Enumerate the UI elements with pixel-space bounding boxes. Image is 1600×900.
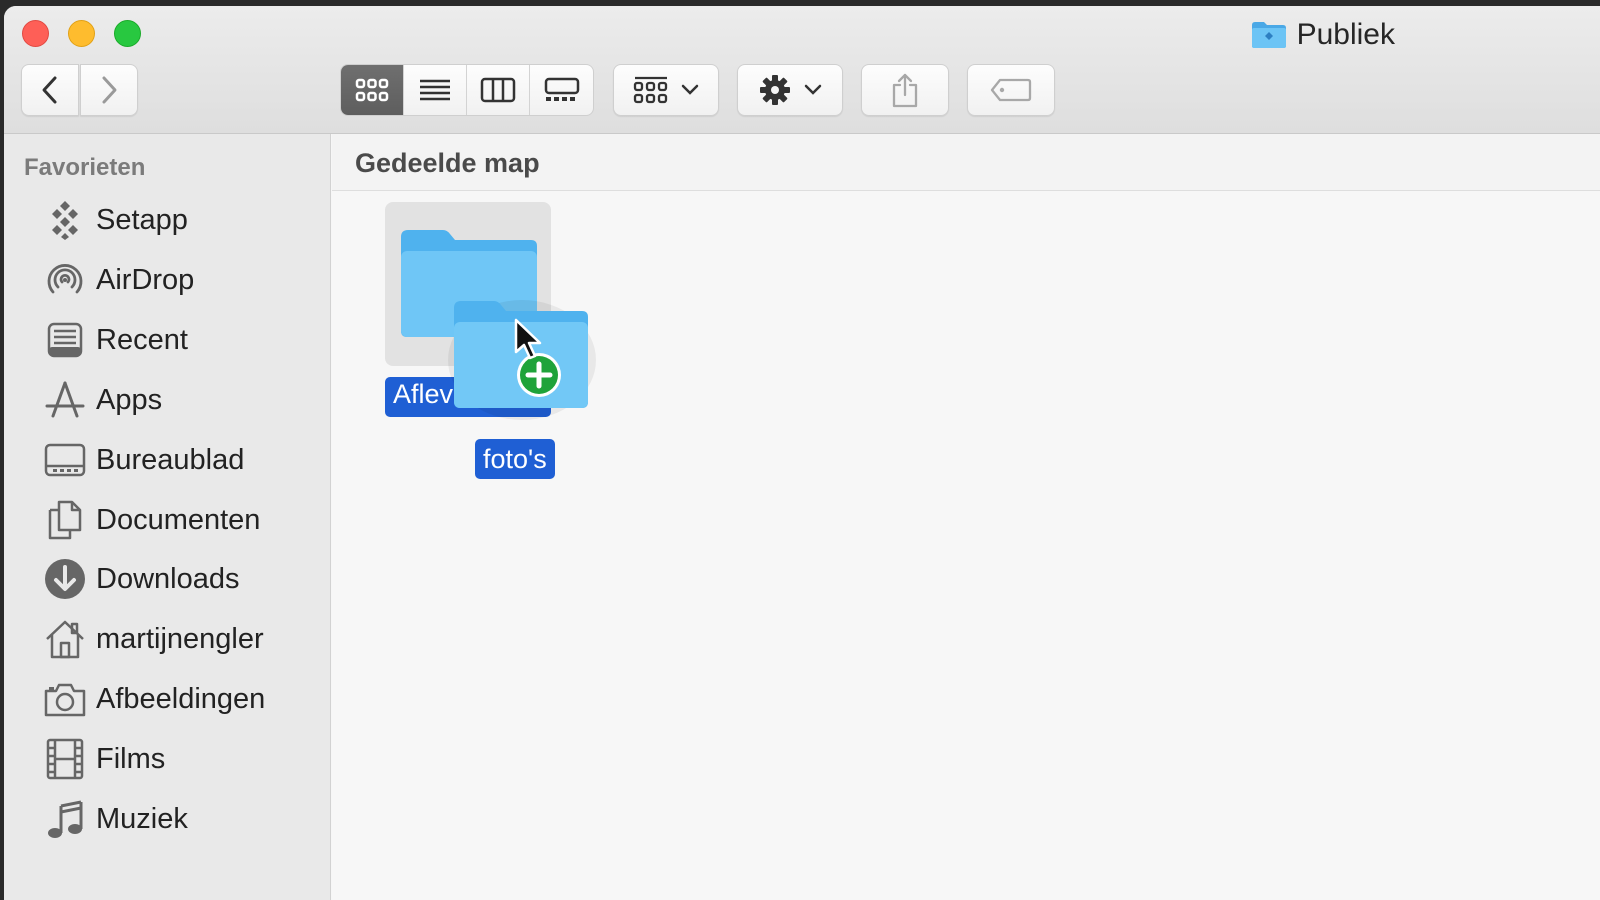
sidebar-item-bureaublad[interactable]: Bureaublad: [44, 435, 244, 485]
tags-button[interactable]: [967, 64, 1055, 116]
sidebar-item-label: martijnengler: [96, 622, 264, 655]
tag-icon: [990, 78, 1032, 102]
maximize-window-button[interactable]: [114, 20, 141, 47]
sidebar-item-label: Documenten: [96, 503, 261, 536]
recent-icon: [44, 319, 86, 361]
chevron-down-icon: [681, 84, 699, 95]
sidebar-item-martijnengler[interactable]: martijnengler: [44, 614, 264, 664]
sidebar-item-airdrop[interactable]: AirDrop: [44, 255, 194, 305]
airdrop-icon: [44, 259, 86, 301]
group-by-button[interactable]: [613, 64, 719, 116]
gallery-icon: [544, 77, 579, 101]
finder-window: Publiek Favorieten Setapp AirDrop Recent…: [4, 6, 1600, 900]
sidebar-item-label: Recent: [96, 323, 188, 356]
sidebar-heading: Favorieten: [24, 154, 146, 181]
action-menu-button[interactable]: [737, 64, 843, 116]
columns-icon: [480, 77, 516, 103]
camera-icon: [44, 678, 86, 720]
sidebar: Favorieten Setapp AirDrop Recent Apps Bu…: [4, 134, 331, 900]
file-label-fotos: foto's: [475, 439, 555, 479]
arrow-cursor-icon: [514, 318, 542, 360]
sidebar-item-afbeeldingen[interactable]: Afbeeldingen: [44, 674, 265, 724]
documents-icon: [44, 499, 86, 541]
sidebar-item-films[interactable]: Films: [44, 734, 165, 784]
film-icon: [44, 738, 86, 780]
apps-icon: [44, 379, 86, 421]
share-icon: [892, 73, 918, 108]
icon-grid-icon: [355, 78, 389, 102]
setapp-icon: [44, 199, 86, 241]
mouse-cursor: [512, 318, 546, 362]
close-window-button[interactable]: [22, 20, 49, 47]
sidebar-item-label: Downloads: [96, 562, 240, 595]
gear-icon: [760, 75, 790, 105]
sidebar-item-label: Setapp: [96, 203, 188, 236]
sidebar-item-label: Muziek: [96, 802, 188, 835]
sidebar-item-muziek[interactable]: Muziek: [44, 794, 188, 844]
sidebar-item-label: Afbeeldingen: [96, 682, 266, 715]
list-icon: [420, 79, 450, 101]
folder-title: Gedeelde map: [355, 148, 540, 178]
minimize-window-button[interactable]: [68, 20, 95, 47]
toolbar: Publiek: [4, 6, 1600, 134]
downloads-icon: [44, 558, 86, 600]
path-header: Gedeelde map: [332, 134, 1600, 191]
desktop-icon: [44, 439, 86, 481]
sidebar-item-setapp[interactable]: Setapp: [44, 195, 188, 245]
back-button[interactable]: [21, 64, 79, 116]
sidebar-item-label: Bureaublad: [96, 443, 245, 476]
chevron-down-icon: [804, 84, 822, 95]
music-icon: [44, 798, 86, 840]
sidebar-item-label: AirDrop: [96, 263, 195, 296]
home-icon: [44, 618, 86, 660]
icon-view-button[interactable]: [341, 65, 404, 115]
chevron-left-icon: [42, 76, 57, 104]
list-view-button[interactable]: [404, 65, 467, 115]
sidebar-item-label: Films: [96, 742, 166, 775]
group-grid-icon: [633, 76, 668, 104]
shared-folder-icon: [1251, 21, 1287, 49]
forward-button[interactable]: [80, 64, 138, 116]
gallery-view-button[interactable]: [530, 65, 593, 115]
column-view-button[interactable]: [467, 65, 530, 115]
content-area: Gedeelde map Aflev foto's: [332, 134, 1600, 900]
sidebar-item-recent[interactable]: Recent: [44, 315, 188, 365]
sidebar-item-label: Apps: [96, 383, 163, 416]
window-title: Publiek: [1251, 18, 1395, 52]
sidebar-item-documenten[interactable]: Documenten: [44, 495, 260, 545]
share-button[interactable]: [861, 64, 949, 116]
view-mode-control: [340, 64, 594, 116]
sidebar-item-downloads[interactable]: Downloads: [44, 554, 239, 604]
chevron-right-icon: [102, 76, 117, 104]
sidebar-item-apps[interactable]: Apps: [44, 375, 162, 425]
window-title-text: Publiek: [1296, 18, 1395, 51]
